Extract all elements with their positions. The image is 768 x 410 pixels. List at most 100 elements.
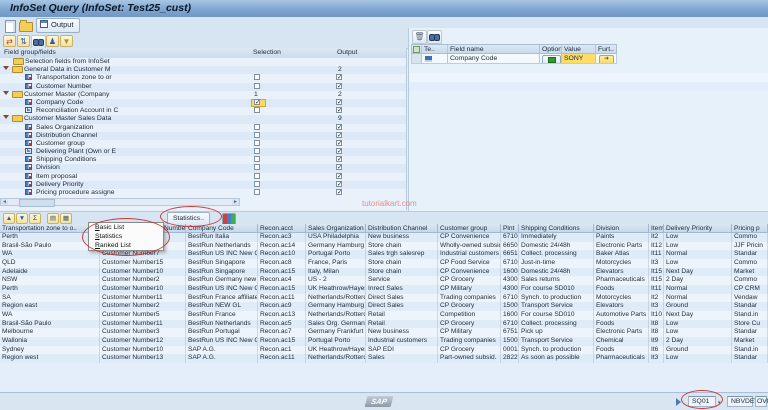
result-cell[interactable]: SAP A.G.	[186, 346, 258, 355]
result-cell[interactable]: WA	[0, 250, 100, 259]
result-cell[interactable]: Low	[664, 328, 732, 337]
column-header[interactable]: Distribution Channel	[366, 224, 438, 233]
chart-icon[interactable]: ▦	[60, 213, 72, 224]
result-row[interactable]: Region eastCustomer Number2BestRun NEW G…	[0, 302, 768, 311]
result-cell[interactable]: CP Food Service	[438, 259, 501, 268]
output-checkbox[interactable]	[336, 83, 342, 89]
selection-checkbox[interactable]	[254, 83, 260, 89]
result-cell[interactable]: It10	[649, 311, 664, 320]
col-header-option[interactable]: Option	[540, 45, 562, 53]
result-cell[interactable]: NSW	[0, 276, 100, 285]
result-cell[interactable]: BestRun US INC New GL 8	[186, 285, 258, 294]
transfer-icon[interactable]: ⇅	[17, 35, 30, 47]
output-checkbox[interactable]	[336, 148, 342, 154]
selection-checkbox[interactable]	[254, 164, 260, 170]
result-row[interactable]: WACustomer Number7BestRun US INC New GL …	[0, 250, 768, 259]
result-cell[interactable]: Netherlands/Rotterdm	[306, 311, 366, 320]
result-cell[interactable]: It3	[649, 354, 664, 363]
selection-checkbox[interactable]	[254, 140, 260, 146]
result-cell[interactable]: Low	[664, 320, 732, 329]
result-cell[interactable]: Competition	[438, 311, 501, 320]
result-cell[interactable]: Chemical	[594, 337, 649, 346]
result-cell[interactable]: Ground	[664, 302, 732, 311]
result-cell[interactable]: CP Convenience	[438, 268, 501, 277]
result-cell[interactable]: Customer Number12	[100, 337, 186, 346]
column-header[interactable]: Recon.acct	[258, 224, 306, 233]
tree-row[interactable]: EDelivering Plant (Own or E	[0, 148, 406, 156]
result-cell[interactable]: Recon.ac3	[258, 233, 306, 242]
sort-ascending-icon[interactable]: ▲	[3, 213, 15, 224]
result-cell[interactable]: Motorcycles	[594, 294, 649, 303]
sum-icon[interactable]: Σ	[29, 213, 41, 224]
result-row[interactable]: PerthCustomer Number10BestRun US INC New…	[0, 285, 768, 294]
result-cell[interactable]: Region east	[0, 302, 100, 311]
tree-row[interactable]: Customer Number	[0, 83, 406, 91]
result-cell[interactable]: UK Heathrow/Hayes	[306, 346, 366, 355]
result-cell[interactable]: Sales Org. Germany	[306, 320, 366, 329]
result-cell[interactable]: It8	[649, 328, 664, 337]
result-cell[interactable]: Customer Number2	[100, 302, 186, 311]
result-cell[interactable]: Store chain	[366, 259, 438, 268]
result-cell[interactable]: 2 Day	[664, 276, 732, 285]
result-cell[interactable]: Customer Number10	[100, 268, 186, 277]
tree-row[interactable]: Pricing procedure assigne	[0, 189, 406, 197]
delete-icon[interactable]: 🗑	[412, 30, 427, 44]
result-row[interactable]: MelbourneCustomer Number3BestRun Portuga…	[0, 328, 768, 337]
result-cell[interactable]: CP Grocery	[438, 320, 501, 329]
result-cell[interactable]: Commo	[732, 233, 768, 242]
column-header[interactable]: Company Code	[186, 224, 258, 233]
result-cell[interactable]: Market	[732, 268, 768, 277]
selection-checkbox[interactable]	[254, 173, 260, 179]
result-cell[interactable]: Pick up	[519, 328, 594, 337]
tree-row[interactable]: Division	[0, 164, 406, 172]
result-cell[interactable]: Direct Sales	[366, 294, 438, 303]
result-cell[interactable]: Recon.ac15	[258, 268, 306, 277]
result-cell[interactable]: Pharmaceuticals	[594, 276, 649, 285]
result-cell[interactable]: Sales trgh salesrep	[366, 250, 438, 259]
result-cell[interactable]: Perth	[0, 285, 100, 294]
result-row[interactable]: SACustomer Number11BestRun France affili…	[0, 294, 768, 303]
new-document-icon[interactable]	[5, 20, 16, 33]
find-icon[interactable]	[31, 35, 46, 49]
filter-icon[interactable]: ▼	[60, 35, 73, 47]
result-cell[interactable]: Wallonia	[0, 337, 100, 346]
result-row[interactable]: Region westCustomer Number13SAP A.G.Reco…	[0, 354, 768, 363]
result-cell[interactable]: Recon.ac14	[258, 242, 306, 251]
result-cell[interactable]: 1600	[501, 311, 519, 320]
expander-icon[interactable]	[3, 91, 9, 95]
result-cell[interactable]: Customer Number7	[100, 250, 186, 259]
result-cell[interactable]: BestRun NEW GL	[186, 302, 258, 311]
result-cell[interactable]: It12	[649, 242, 664, 251]
result-cell[interactable]: Elevators	[594, 302, 649, 311]
result-cell[interactable]: Brasil-São Paulo	[0, 320, 100, 329]
result-cell[interactable]: BestRun Italia	[186, 233, 258, 242]
col-header-further[interactable]: Furt..	[596, 45, 618, 53]
result-cell[interactable]: BestRun US INC New GL	[186, 337, 258, 346]
result-cell[interactable]: It9	[649, 337, 664, 346]
result-cell[interactable]: It3	[649, 302, 664, 311]
result-cell[interactable]: Stand.in	[732, 311, 768, 320]
sort-descending-icon[interactable]: ▼	[16, 213, 28, 224]
result-cell[interactable]: Customer Number15	[100, 259, 186, 268]
result-cell[interactable]: Brasil-São Paulo	[0, 242, 100, 251]
menu-item-ranked-list[interactable]: Ranked List	[89, 241, 163, 250]
result-cell[interactable]: Recon.ac10	[258, 250, 306, 259]
result-cell[interactable]: 0001	[501, 346, 519, 355]
result-cell[interactable]: Italy, Milan	[306, 268, 366, 277]
result-cell[interactable]: USA Philadelphia	[306, 233, 366, 242]
result-cell[interactable]: Recon.ac7	[258, 328, 306, 337]
result-cell[interactable]: Low	[664, 259, 732, 268]
result-cell[interactable]: Recon.ac5	[258, 320, 306, 329]
result-cell[interactable]: CP Grocery	[438, 302, 501, 311]
result-cell[interactable]: It6	[649, 346, 664, 355]
result-cell[interactable]: BestRun Germany new GL	[186, 276, 258, 285]
result-cell[interactable]: CP Grocery	[438, 346, 501, 355]
output-checkbox[interactable]	[336, 107, 342, 113]
result-cell[interactable]: SAP A.G.	[186, 354, 258, 363]
tree-row[interactable]: Selection fields from InfoSet	[0, 58, 406, 66]
result-cell[interactable]: Synch. to production	[519, 294, 594, 303]
result-row[interactable]: WACustomer Number5BestRun FranceRecon.ac…	[0, 311, 768, 320]
result-cell[interactable]: 6710	[501, 294, 519, 303]
result-cell[interactable]: Recon.ac13	[258, 311, 306, 320]
result-cell[interactable]: Store Cu	[732, 320, 768, 329]
